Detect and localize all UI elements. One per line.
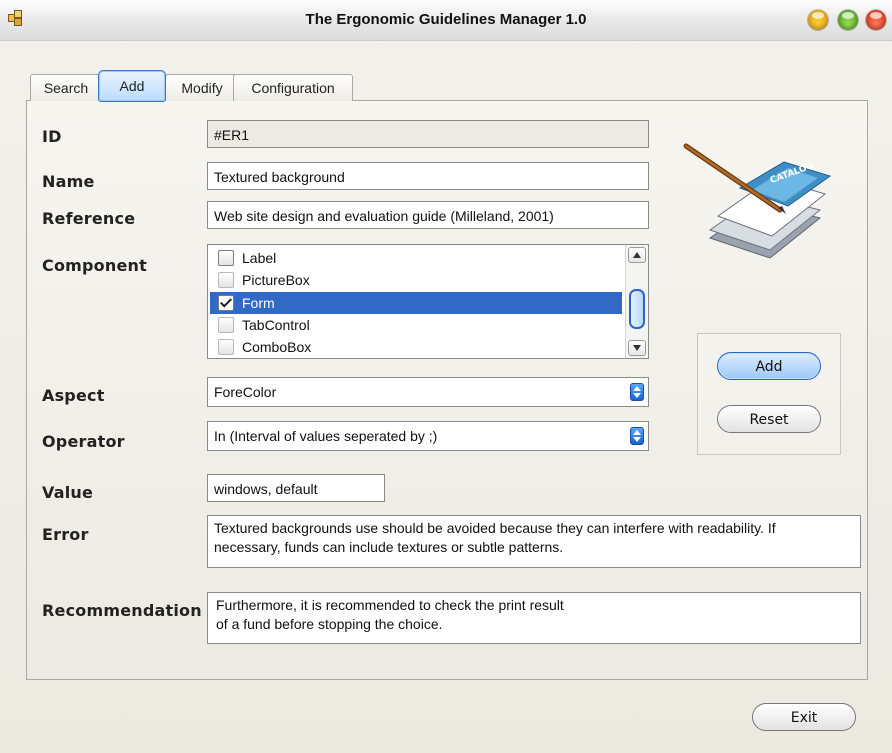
list-item-picturebox[interactable]: PictureBox [210, 269, 622, 291]
id-label: ID [42, 127, 62, 146]
component-checklist[interactable]: Label PictureBox Form TabControl ComboBo… [207, 244, 649, 359]
tab-search[interactable]: Search [30, 74, 102, 101]
scroll-thumb[interactable] [629, 289, 645, 329]
catalog-pen-icon: CATALOG [683, 143, 832, 259]
reference-field[interactable]: Web site design and evaluation guide (Mi… [207, 201, 649, 229]
operator-value: In (Interval of values seperated by ;) [214, 428, 438, 444]
list-item-combobox[interactable]: ComboBox [210, 336, 622, 358]
recommendation-line-2: of a fund before stopping the choice. [216, 616, 443, 632]
list-item-label[interactable]: Label [210, 247, 622, 269]
tab-configuration[interactable]: Configuration [233, 74, 353, 101]
component-label: Component [42, 256, 147, 275]
id-field[interactable]: #ER1 [207, 120, 649, 148]
exit-button[interactable]: Exit [752, 703, 856, 731]
list-item-text: TabControl [242, 317, 310, 333]
title-bar: The Ergonomic Guidelines Manager 1.0 [0, 0, 892, 41]
checkbox[interactable] [218, 250, 234, 266]
aspect-label: Aspect [42, 386, 105, 405]
error-label: Error [42, 525, 89, 544]
checkbox-checked[interactable] [218, 295, 234, 311]
minimize-icon[interactable] [808, 10, 828, 30]
recommendation-line-1: Furthermore, it is recommended to check … [216, 597, 564, 613]
list-item-text: PictureBox [242, 272, 310, 288]
tab-modify[interactable]: Modify [165, 74, 239, 101]
checkbox[interactable] [218, 272, 234, 288]
reference-label: Reference [42, 209, 136, 228]
recommendation-textarea[interactable]: Furthermore, it is recommended to check … [207, 592, 861, 644]
scroll-down-icon[interactable] [628, 340, 646, 356]
error-line-1: Textured backgrounds use should be avoid… [214, 520, 776, 536]
app-window: The Ergonomic Guidelines Manager 1.0 Sea… [0, 0, 892, 753]
scroll-up-icon[interactable] [628, 247, 646, 263]
name-label: Name [42, 172, 95, 191]
list-item-tabcontrol[interactable]: TabControl [210, 314, 622, 336]
tab-add[interactable]: Add [98, 70, 166, 102]
aspect-select[interactable]: ForeColor [207, 377, 649, 407]
list-item-text: ComboBox [242, 339, 312, 355]
aspect-value: ForeColor [214, 384, 277, 400]
checkbox[interactable] [218, 317, 234, 333]
name-field[interactable]: Textured background [207, 162, 649, 190]
close-icon[interactable] [866, 10, 886, 30]
reset-button[interactable]: Reset [717, 405, 821, 433]
recommendation-label: Recommendation [42, 601, 202, 620]
window-title: The Ergonomic Guidelines Manager 1.0 [305, 11, 587, 28]
list-item-form[interactable]: Form [210, 292, 622, 314]
combo-arrows-icon[interactable] [630, 383, 644, 401]
operator-select[interactable]: In (Interval of values seperated by ;) [207, 421, 649, 451]
operator-label: Operator [42, 432, 125, 451]
combo-arrows-icon[interactable] [630, 427, 644, 445]
error-line-2: necessary, funds can include textures or… [214, 539, 564, 555]
error-textarea[interactable]: Textured backgrounds use should be avoid… [207, 515, 861, 568]
list-scrollbar[interactable] [625, 245, 648, 358]
value-label: Value [42, 483, 94, 502]
checkbox[interactable] [218, 339, 234, 355]
list-item-text: Form [242, 295, 275, 311]
value-field[interactable]: windows, default [207, 474, 385, 502]
add-button[interactable]: Add [717, 352, 821, 380]
list-item-text: Label [242, 250, 277, 266]
maximize-icon[interactable] [838, 10, 858, 30]
